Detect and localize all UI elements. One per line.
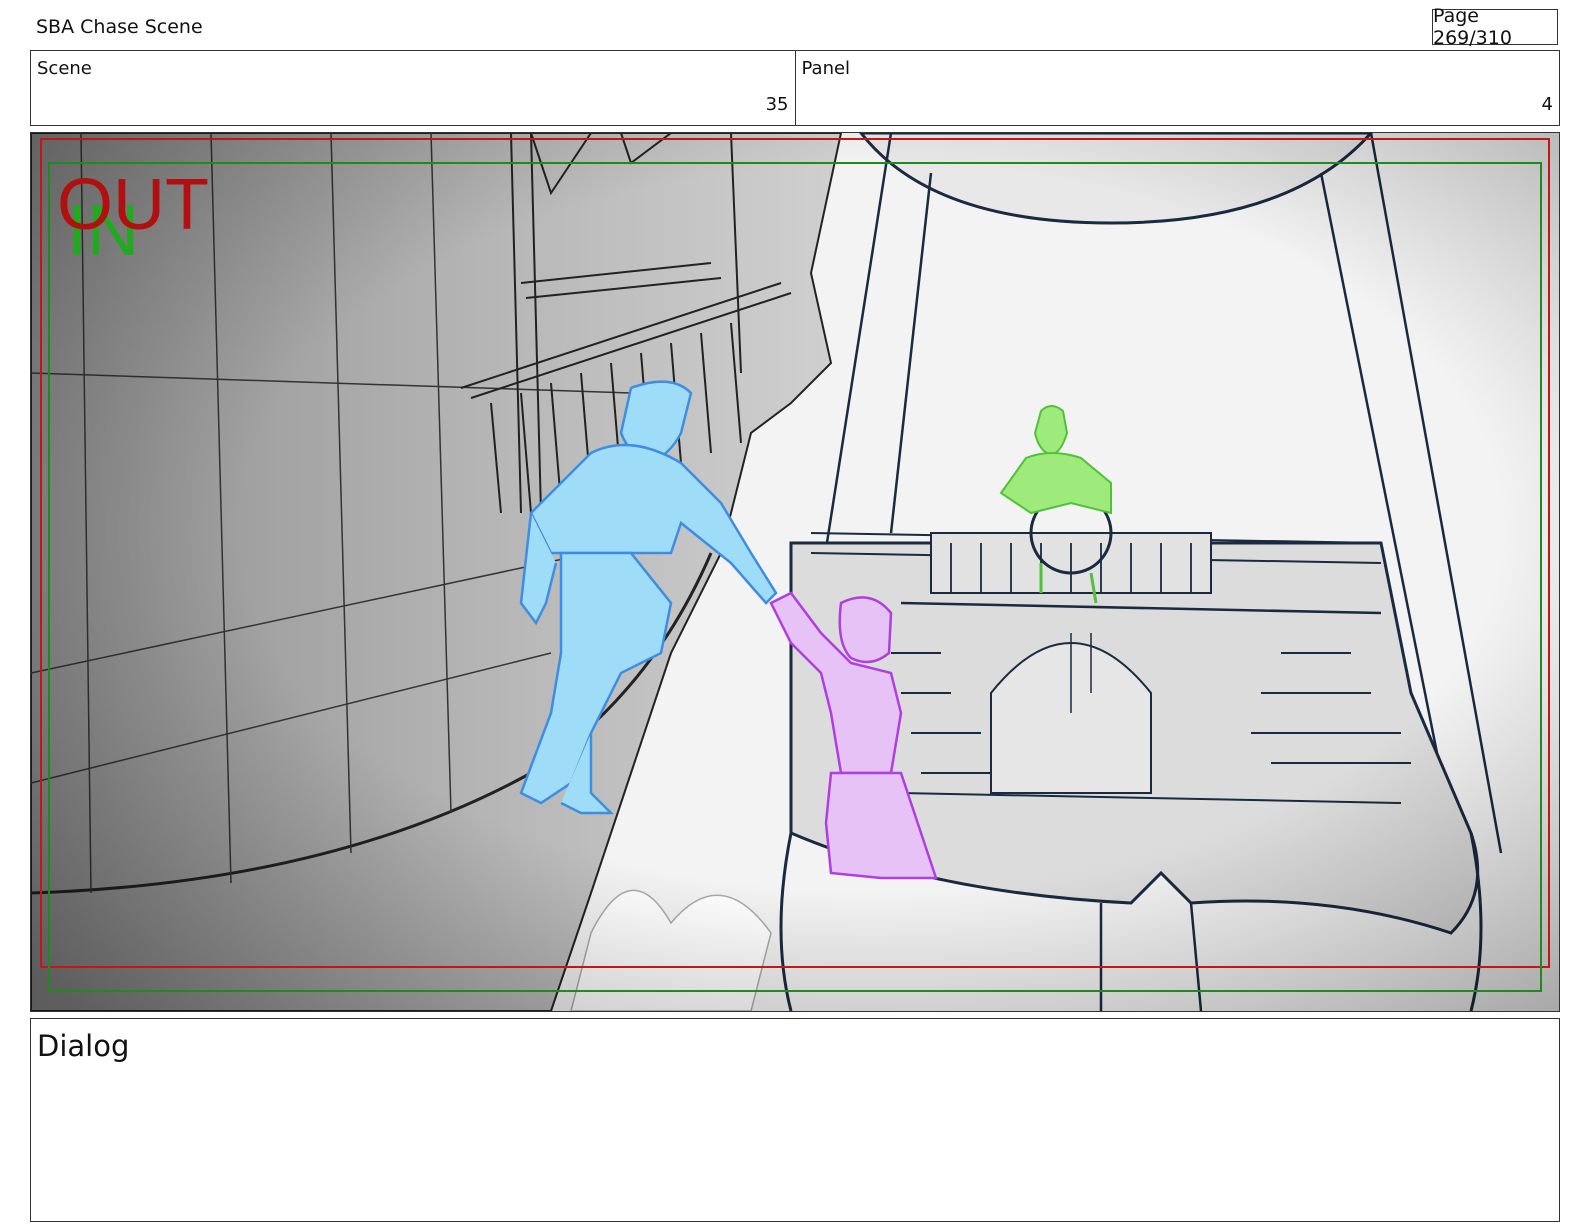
- scene-number: 35: [765, 94, 789, 115]
- dialog-box: Dialog: [30, 1018, 1560, 1222]
- scene-cell: Scene 35: [31, 51, 795, 125]
- panel-drawing: IN OUT: [31, 133, 1559, 1011]
- out-label: OUT: [57, 165, 209, 245]
- info-row: Scene 35 Panel 4: [30, 50, 1560, 126]
- page-indicator: Page 269/310: [1432, 5, 1558, 49]
- storyboard-panel: IN OUT: [30, 132, 1560, 1012]
- document-title: SBA Chase Scene: [36, 16, 203, 38]
- dialog-label: Dialog: [37, 1029, 130, 1063]
- panel-label: Panel: [801, 58, 851, 79]
- panel-number: 4: [1541, 94, 1553, 115]
- vignette: [31, 133, 1559, 1011]
- panel-cell: Panel 4: [794, 51, 1560, 125]
- scene-label: Scene: [37, 58, 92, 79]
